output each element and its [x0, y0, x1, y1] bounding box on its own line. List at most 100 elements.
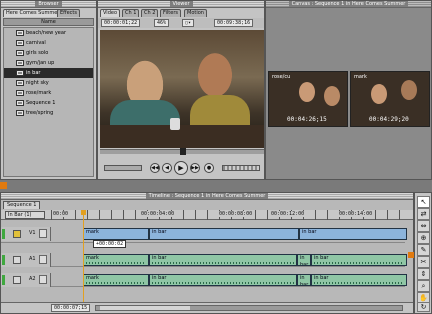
item-label: carnival: [26, 40, 46, 46]
clip-label: in bar: [314, 255, 329, 261]
sequence-icon: [16, 100, 24, 106]
browser-titlebar[interactable]: Browser: [1, 1, 96, 8]
tab-filters[interactable]: Filters: [160, 9, 181, 17]
track-audible[interactable]: [2, 255, 5, 265]
track-name: A1: [29, 256, 36, 262]
target-popup[interactable]: In Bar (1): [5, 211, 45, 219]
tab-video[interactable]: Video: [100, 9, 121, 17]
list-item-selected[interactable]: in bar: [4, 68, 93, 78]
canvas-window: Canvas : Sequence 1 in Here Comes Summer…: [265, 0, 432, 180]
clip-in-bar[interactable]: in bar: [149, 254, 297, 266]
target-toggle[interactable]: [13, 230, 21, 238]
slip-tool-icon[interactable]: ⇕: [417, 268, 430, 280]
track-v1: V1 mark in bar in bar: [1, 227, 407, 243]
next-edit-button[interactable]: ▶▶: [190, 163, 200, 173]
browser-list: beach/new year carnival girls solo gym/j…: [3, 27, 94, 177]
tool-palette: ↖ ⇄ ⇔ ⊕ ✎ ✂ ⇕ ⌕ ✋ ↻: [414, 192, 432, 314]
prev-edit-button[interactable]: ◀◀: [150, 163, 160, 173]
play-reverse-button[interactable]: ◀: [162, 163, 172, 173]
jog-control[interactable]: [222, 165, 260, 171]
clip-in-bar[interactable]: in bar: [311, 274, 407, 286]
duration-timecode[interactable]: 00:00:01;22: [101, 19, 141, 27]
tab-ch2[interactable]: Ch 2: [141, 9, 159, 17]
canvas-titlebar[interactable]: Canvas : Sequence 1 in Here Comes Summer: [266, 1, 431, 8]
ruler-label: 00:00:08:00: [219, 211, 253, 217]
list-item[interactable]: beach/new year: [4, 28, 93, 38]
view-popup[interactable]: ▢▾: [182, 19, 195, 27]
clip-mark[interactable]: mark: [83, 228, 149, 240]
ripple-tool-icon[interactable]: ⊕: [417, 232, 430, 244]
list-item[interactable]: Sequence 1: [4, 98, 93, 108]
clip-mark[interactable]: mark: [83, 254, 149, 266]
clip-icon: [16, 110, 24, 116]
viewer-scrubber[interactable]: [100, 148, 264, 155]
viewer-titlebar[interactable]: Viewer: [98, 1, 264, 8]
list-item[interactable]: night sky: [4, 78, 93, 88]
track-header: V1: [1, 227, 51, 241]
footer-timecode[interactable]: 00:00:07;15: [51, 304, 91, 312]
lock-icon[interactable]: [39, 255, 47, 264]
clip-label: in bar: [152, 255, 167, 261]
track-select-tool-icon[interactable]: ⇔: [417, 220, 430, 232]
video-cup: [170, 118, 180, 130]
timeline-titlebar[interactable]: Timeline : Sequence 1 in Here Comes Summ…: [1, 193, 413, 200]
clip-in-bar[interactable]: in bar: [297, 254, 311, 266]
render-indicator: [0, 182, 7, 189]
transport-controls: ◀◀ ◀ ▶ ▶▶ ●: [98, 155, 264, 179]
scrubber-playhead[interactable]: [180, 148, 186, 155]
tab-motion[interactable]: Motion: [184, 9, 207, 17]
thumb-timecode: 00:04:29;20: [369, 116, 409, 123]
zoom-tool-icon[interactable]: ⌕: [417, 280, 430, 292]
target-toggle[interactable]: [13, 276, 21, 284]
clip-in-bar[interactable]: in bar: [311, 254, 407, 266]
current-timecode[interactable]: 00:09:38;16: [214, 19, 254, 27]
clip-icon: [16, 50, 24, 56]
track-name: A2: [29, 276, 36, 282]
lock-icon[interactable]: [39, 275, 47, 284]
clip-mark[interactable]: mark: [83, 274, 149, 286]
tab-ch1[interactable]: Ch 1: [122, 9, 140, 17]
clip-in-bar[interactable]: in bar: [299, 228, 407, 240]
track-audible[interactable]: [2, 275, 5, 285]
edit-tooltip: +00:00:02: [93, 240, 127, 248]
clip-in-bar[interactable]: in bar: [149, 274, 297, 286]
track-a2: A2 mark in bar in bar in bar: [1, 273, 407, 287]
zoom-popup[interactable]: 46%: [154, 19, 170, 27]
timeline-footer: 00:00:07;15: [1, 302, 413, 313]
timeline-title: Timeline : Sequence 1 in Here Comes Summ…: [145, 193, 269, 199]
item-label: night sky: [26, 80, 49, 86]
waveform: [86, 282, 146, 284]
timeline-scrollbar[interactable]: [95, 305, 403, 311]
list-item[interactable]: tree/spring: [4, 108, 93, 118]
timeline-playhead[interactable]: [81, 210, 86, 302]
clip-label: in bar: [152, 275, 167, 281]
mark-button[interactable]: ●: [204, 163, 214, 173]
name-column-header[interactable]: Name: [3, 18, 94, 26]
target-toggle[interactable]: [13, 256, 21, 264]
play-button[interactable]: ▶: [174, 161, 188, 175]
list-item[interactable]: carnival: [4, 38, 93, 48]
razor-tool-icon[interactable]: ✂: [417, 256, 430, 268]
list-item[interactable]: gym/jan up: [4, 58, 93, 68]
track-header: A2: [1, 273, 51, 287]
list-item[interactable]: girls solo: [4, 48, 93, 58]
tab-here-comes-summer[interactable]: Here Comes Summer: [3, 9, 63, 17]
edit-select-tool-icon[interactable]: ⇄: [417, 208, 430, 220]
tab-effects[interactable]: Effects: [57, 9, 80, 17]
clip-in-bar[interactable]: in bar: [149, 228, 299, 240]
pen-tool-icon[interactable]: ✎: [417, 244, 430, 256]
item-label: gym/jan up: [26, 60, 55, 66]
ruler-label: 00:00:12:00: [271, 211, 305, 217]
selection-tool-icon[interactable]: ↖: [417, 196, 430, 208]
tab-sequence-1[interactable]: Sequence 1: [3, 201, 41, 209]
list-item[interactable]: rose/mark: [4, 88, 93, 98]
viewer-window: Viewer Video Ch 1 Ch 2 Filters Motion 00…: [97, 0, 265, 180]
shuttle-control[interactable]: [104, 165, 142, 171]
clip-in-bar[interactable]: in bar: [297, 274, 311, 286]
ruler-label: 00:00: [53, 211, 69, 217]
lock-icon[interactable]: [39, 229, 47, 238]
scroll-thumb[interactable]: [100, 306, 190, 310]
crop-tool-icon[interactable]: ↻: [417, 302, 430, 312]
track-a1: A1 mark in bar in bar in bar: [1, 253, 407, 267]
track-visibility[interactable]: [2, 229, 5, 239]
